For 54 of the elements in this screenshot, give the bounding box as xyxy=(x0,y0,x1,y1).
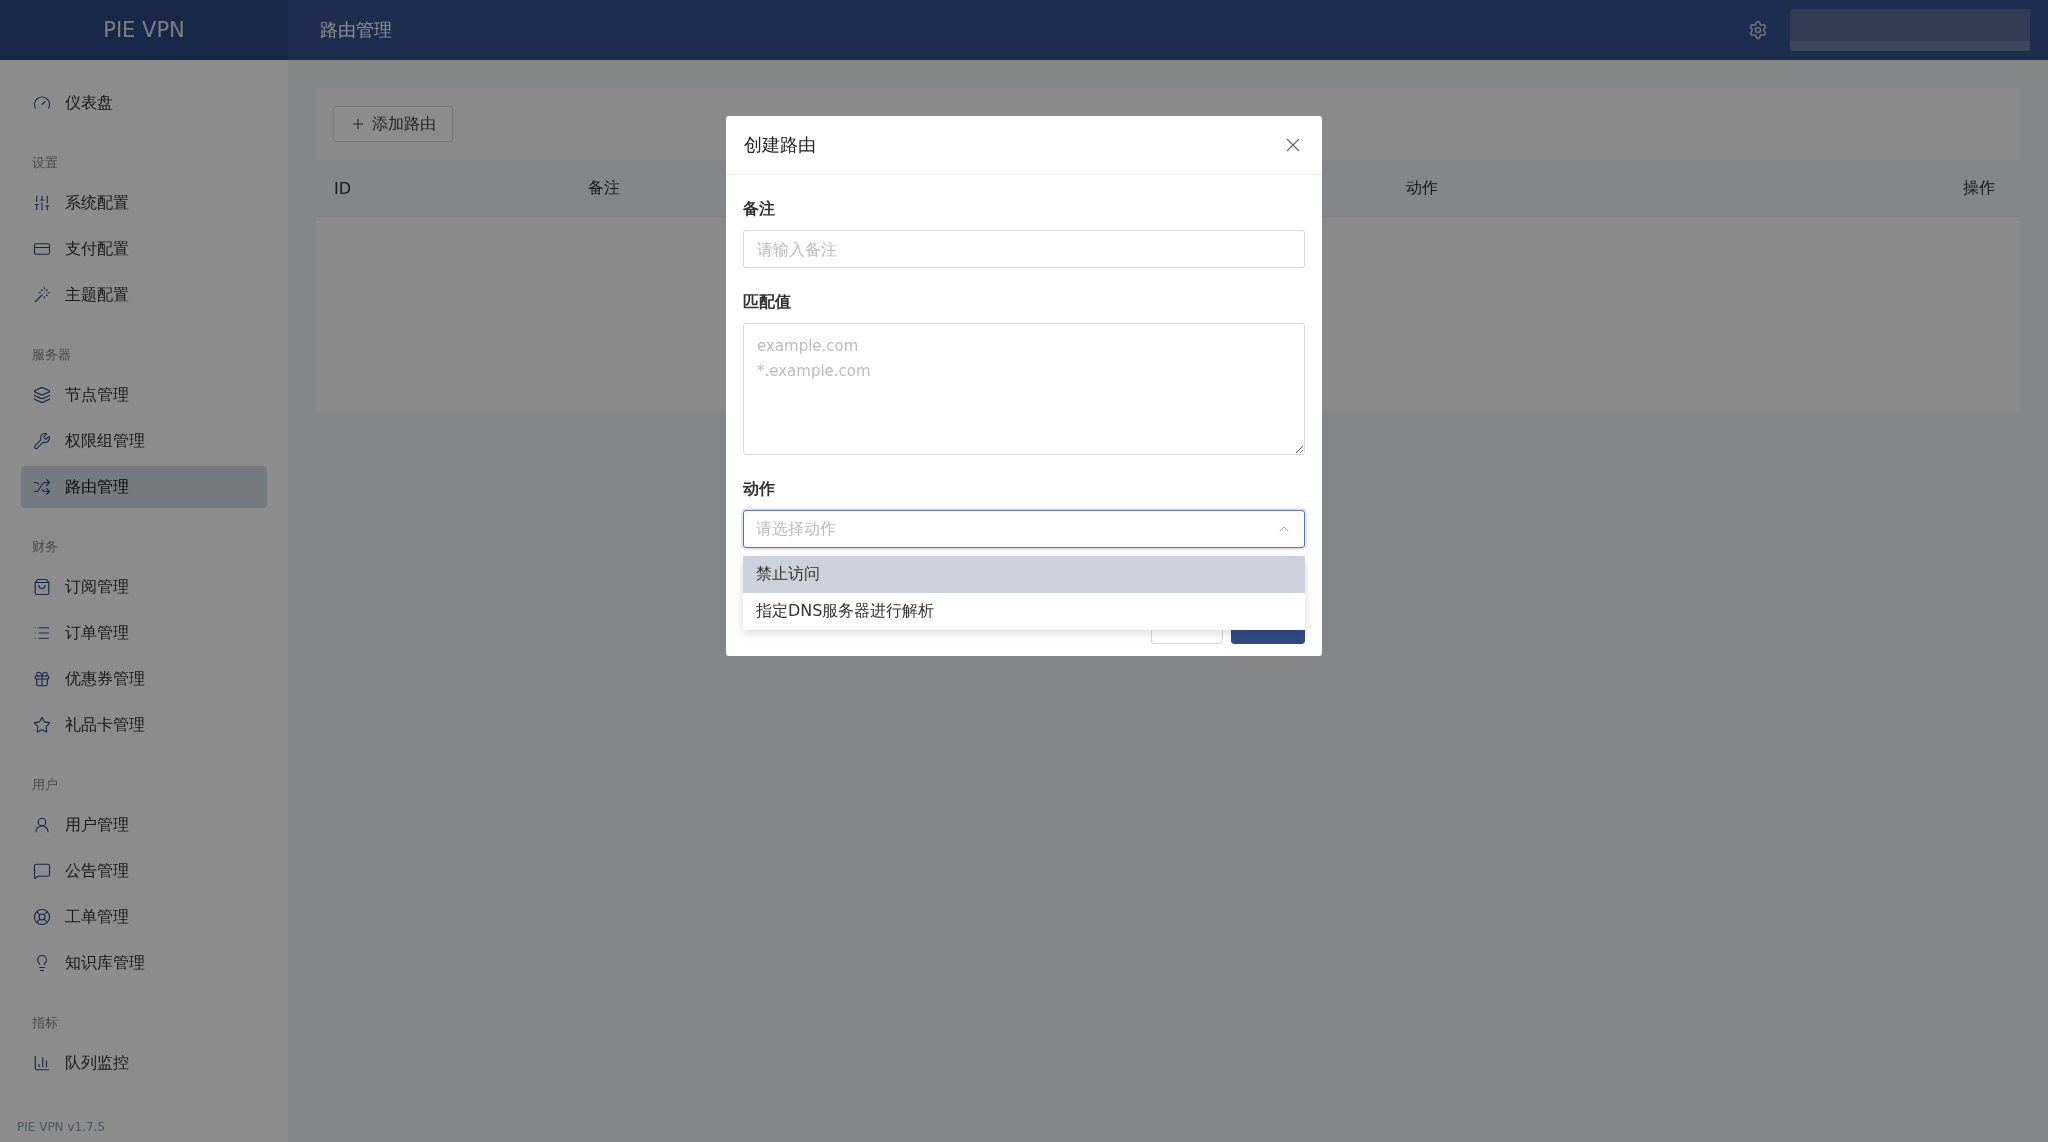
dropdown-option[interactable]: 指定DNS服务器进行解析 xyxy=(743,593,1305,630)
textarea-field[interactable]: example.com *.example.com xyxy=(743,323,1305,455)
wrench-icon xyxy=(33,432,51,450)
sidebar-item[interactable]: 节点管理 xyxy=(21,374,267,416)
lifebuoy-icon xyxy=(33,908,51,926)
sidebar-heading: 财务 xyxy=(31,538,59,556)
list-icon xyxy=(33,624,51,642)
sidebar-heading: 服务器 xyxy=(31,346,72,364)
sidebar-item[interactable]: 用户管理 xyxy=(21,804,267,846)
sidebar-heading: 用户 xyxy=(31,776,59,794)
message-icon xyxy=(33,862,51,880)
field-label: 匹配值 xyxy=(743,292,792,313)
settings-icon[interactable] xyxy=(1748,20,1768,40)
app-logo: PIE VPN xyxy=(0,0,288,60)
column-header: 备注 xyxy=(588,177,621,199)
sidebar-item[interactable]: 公告管理 xyxy=(21,850,267,892)
version-text: PIE VPN v1.7.5 xyxy=(17,1120,107,1136)
column-header: 操作 xyxy=(1963,177,1995,199)
field-label: 动作 xyxy=(743,479,776,500)
column-header: ID xyxy=(334,178,353,198)
sidebar-item[interactable]: 系统配置 xyxy=(21,182,267,224)
bar-chart-icon xyxy=(33,1054,51,1072)
add-button[interactable]: 添加路由 xyxy=(333,106,453,142)
layers-icon xyxy=(33,386,51,404)
page-title: 路由管理 xyxy=(320,18,393,42)
sidebar-item[interactable]: 权限组管理 xyxy=(21,420,267,462)
user-icon xyxy=(33,816,51,834)
star-icon xyxy=(33,716,51,734)
sidebar-item[interactable]: 队列监控 xyxy=(21,1042,267,1084)
sidebar-item[interactable]: 订单管理 xyxy=(21,612,267,654)
bag-icon xyxy=(33,578,51,596)
sidebar-item[interactable]: 支付配置 xyxy=(21,228,267,270)
sidebar-item[interactable]: 仪表盘 xyxy=(21,82,267,124)
shuffle-icon xyxy=(33,478,51,496)
dialog-title: 创建路由 xyxy=(744,133,816,157)
sliders-icon xyxy=(33,194,51,212)
gauge-icon xyxy=(33,94,51,112)
gift-icon xyxy=(33,670,51,688)
wand-icon xyxy=(33,286,51,304)
sidebar-item[interactable]: 主题配置 xyxy=(21,274,267,316)
sidebar-item[interactable]: 路由管理 xyxy=(21,466,267,508)
column-header: 动作 xyxy=(1406,177,1439,199)
input-field[interactable]: 请输入备注 xyxy=(743,230,1305,268)
plus-icon xyxy=(350,116,366,132)
dropdown-option[interactable]: 禁止访问 xyxy=(743,556,1305,593)
sidebar-item[interactable]: 订阅管理 xyxy=(21,566,267,608)
sidebar-heading: 指标 xyxy=(31,1014,59,1032)
field-label: 备注 xyxy=(743,199,776,220)
sidebar-item[interactable]: 工单管理 xyxy=(21,896,267,938)
sidebar-item[interactable]: 优惠券管理 xyxy=(21,658,267,700)
sidebar-heading: 设置 xyxy=(31,154,59,172)
credit-card-icon xyxy=(33,240,51,258)
sidebar-item[interactable]: 礼品卡管理 xyxy=(21,704,267,746)
sidebar-item[interactable]: 知识库管理 xyxy=(21,942,267,984)
